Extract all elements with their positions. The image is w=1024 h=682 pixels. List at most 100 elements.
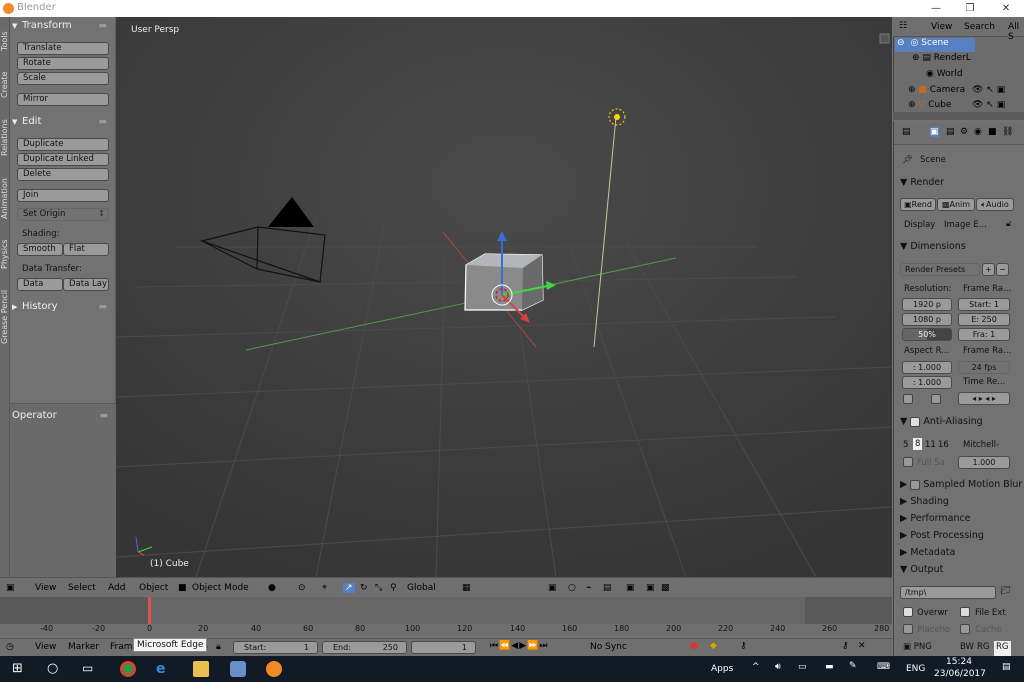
outliner-item-renderlayers[interactable]: ⊕ ▤ RenderL xyxy=(912,53,1024,67)
flat-button[interactable]: Flat xyxy=(63,243,109,256)
mirror-button[interactable]: Mirror xyxy=(17,93,109,106)
time-remap-fields[interactable]: ◂ ▸ ◂ ▸ xyxy=(958,392,1010,405)
aa-samples-5[interactable]: 5 xyxy=(903,440,908,450)
color-rgba[interactable]: RG xyxy=(994,641,1011,656)
render-view-icon[interactable]: ▣ xyxy=(548,583,557,593)
full-sample-checkbox[interactable] xyxy=(903,457,913,467)
touch-keyboard-icon[interactable]: ⌨ xyxy=(877,662,890,672)
translate-button[interactable]: Translate xyxy=(17,42,109,55)
output-panel-header[interactable]: ▼ Output xyxy=(900,564,943,575)
outliner-item-world[interactable]: ◉ World xyxy=(920,69,1024,83)
windows-start-icon[interactable]: ⊞ xyxy=(12,661,28,677)
folder-icon[interactable]: 📁︎ xyxy=(1000,586,1011,596)
record-icon[interactable]: ● xyxy=(690,641,698,651)
app-icon[interactable] xyxy=(230,661,246,677)
insert-key-icon[interactable]: ⚷ xyxy=(842,641,849,651)
apps-label[interactable]: Apps xyxy=(711,664,733,674)
data-lay-button[interactable]: Data Lay xyxy=(63,278,109,291)
minimize-button[interactable]: — xyxy=(924,1,948,16)
remove-preset-button[interactable]: − xyxy=(996,263,1009,276)
edit-header[interactable]: ▼ Edit xyxy=(12,116,41,127)
cache-checkbox[interactable] xyxy=(960,624,970,634)
overwrite-checkbox[interactable] xyxy=(903,607,913,617)
color-bw[interactable]: BW xyxy=(960,642,974,656)
aa-samples-8[interactable]: 8 xyxy=(913,438,923,450)
resolution-percent-slider[interactable]: 50% xyxy=(902,328,952,341)
outliner-item-scene[interactable]: ⊖ ◎ Scene xyxy=(895,38,975,52)
tab-animation[interactable]: Animation xyxy=(0,169,10,229)
cube-object[interactable] xyxy=(464,253,544,311)
frame-start-field[interactable]: Start: 1 xyxy=(958,298,1010,311)
join-button[interactable]: Join xyxy=(17,189,109,202)
scale-manipulator-icon[interactable]: ⤡ xyxy=(375,583,382,593)
placeholders-checkbox[interactable] xyxy=(903,624,913,634)
keying-set-icon[interactable]: ⚷ xyxy=(740,641,747,651)
data-button[interactable]: Data xyxy=(17,278,63,291)
notifications-icon[interactable]: ▤ xyxy=(1002,662,1011,672)
current-frame-field[interactable]: 1 xyxy=(411,641,476,654)
snap-icon[interactable]: ⌁ xyxy=(586,583,591,593)
resolution-x-field[interactable]: 1920 p xyxy=(902,298,952,311)
history-header[interactable]: ▶ History xyxy=(12,301,58,312)
transform-header[interactable]: ▼ Transform xyxy=(12,20,72,31)
object-tab-icon[interactable]: ■ xyxy=(988,127,997,137)
start-frame-field[interactable]: Start: 1 xyxy=(233,641,318,654)
search-icon[interactable]: ○ xyxy=(47,661,63,677)
render-layers-tab-icon[interactable]: ▤ xyxy=(946,127,955,137)
tab-grease-pencil[interactable]: Grease Pencil xyxy=(0,279,10,355)
orientation-dropdown[interactable]: Global xyxy=(407,583,436,593)
motion-blur-checkbox[interactable] xyxy=(910,479,921,490)
render-tab-icon[interactable]: ▣ xyxy=(930,127,939,137)
volume-icon[interactable]: 🔊︎ xyxy=(775,662,781,672)
tab-tools[interactable]: Tools xyxy=(0,21,10,61)
frame-end-field[interactable]: E: 250 xyxy=(958,313,1010,326)
viewport-toggle-icon[interactable] xyxy=(879,33,890,44)
duplicate-linked-button[interactable]: Duplicate Linked xyxy=(17,153,109,166)
pin-icon[interactable]: 📌︎ xyxy=(902,155,913,165)
editor-type-icon[interactable]: ☷ xyxy=(899,21,907,31)
post-processing-panel-header[interactable]: ▶ Post Processing xyxy=(900,530,984,541)
opengl-render-icon[interactable]: ▣ xyxy=(626,583,635,593)
sync-dropdown[interactable]: No Sync xyxy=(590,642,627,652)
language-indicator[interactable]: ENG xyxy=(906,664,925,674)
restore-button[interactable]: ❐ xyxy=(958,1,982,16)
close-button[interactable]: ✕ xyxy=(994,1,1018,16)
editor-type-icon[interactable]: ◷ xyxy=(6,642,14,652)
scale-button[interactable]: Scale xyxy=(17,72,109,85)
render-panel-header[interactable]: ▼ Render xyxy=(900,177,944,188)
file-explorer-icon[interactable] xyxy=(193,661,209,677)
frame-cursor[interactable] xyxy=(148,597,151,624)
menu-select[interactable]: Select xyxy=(68,583,96,593)
editor-type-icon[interactable]: ▣ xyxy=(6,583,15,593)
dimensions-panel-header[interactable]: ▼ Dimensions xyxy=(900,241,966,252)
crop-checkbox[interactable] xyxy=(931,394,941,404)
menu-view[interactable]: View xyxy=(931,22,952,32)
menu-search[interactable]: Search xyxy=(964,22,995,32)
clock-time[interactable]: 15:24 xyxy=(946,657,972,667)
tab-relations[interactable]: Relations xyxy=(0,109,10,167)
menu-object[interactable]: Object xyxy=(139,583,168,593)
lock-icon[interactable]: ⚲ xyxy=(390,583,397,593)
snap-target-icon[interactable]: ▤ xyxy=(603,583,612,593)
color-rgb[interactable]: RG xyxy=(977,642,990,656)
performance-panel-header[interactable]: ▶ Performance xyxy=(900,513,971,524)
tab-physics[interactable]: Physics xyxy=(0,231,10,277)
menu-marker[interactable]: Marker xyxy=(68,642,99,652)
motion-blur-panel-header[interactable]: ▶ Sampled Motion Blur xyxy=(900,479,1022,490)
file-extensions-checkbox[interactable] xyxy=(960,607,970,617)
preview-lock-icon[interactable]: 🔒︎ xyxy=(216,642,221,652)
keyframe-icon[interactable]: ◆ xyxy=(710,641,717,651)
border-checkbox[interactable] xyxy=(903,394,913,404)
chrome-icon[interactable] xyxy=(120,661,136,677)
lock-interface-icon[interactable]: 🔓︎ xyxy=(1006,219,1012,229)
render-button[interactable]: ▣Rend xyxy=(900,198,936,211)
task-view-icon[interactable]: ▭ xyxy=(82,661,98,677)
aspect-x-field[interactable]: : 1.000 xyxy=(902,361,952,374)
output-path-field[interactable]: /tmp\ xyxy=(900,586,996,599)
aa-samples-11[interactable]: 11 xyxy=(925,440,936,450)
playback-controls-icon[interactable]: ⏮⏪◀▶⏩⏭ xyxy=(490,641,548,651)
editor-type-icon[interactable]: ▤ xyxy=(902,127,911,137)
anti-aliasing-panel-header[interactable]: ▼ Anti-Aliasing xyxy=(900,416,983,427)
tab-create[interactable]: Create xyxy=(0,63,10,107)
menu-view[interactable]: View xyxy=(35,642,56,652)
